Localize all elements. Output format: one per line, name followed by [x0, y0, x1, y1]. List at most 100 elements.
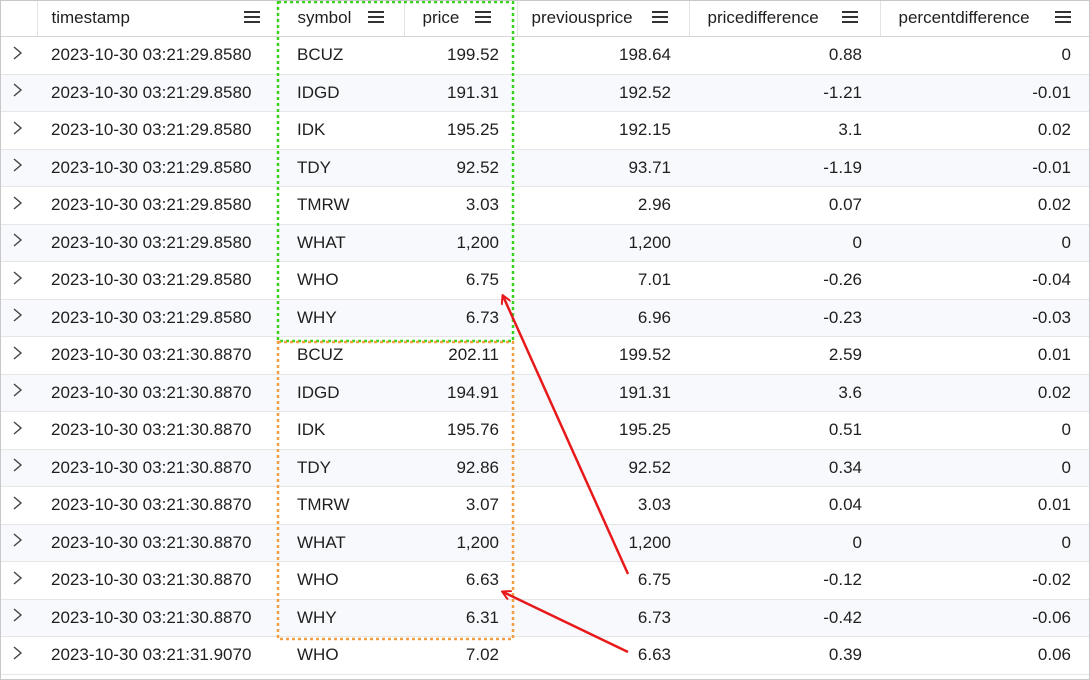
table-row[interactable]: 2023-10-30 03:21:30.8870 IDK 195.76 195.25 0… [1, 411, 1089, 450]
price-cell: 194.91 [404, 374, 517, 412]
pricedifference-cell: -0.42 [689, 599, 880, 637]
row-expand-cell[interactable] [1, 299, 37, 337]
row-expand-cell[interactable] [1, 524, 37, 562]
table-row[interactable]: 2023-10-30 03:21:29.8580 BCUZ 199.52 198.64… [1, 36, 1089, 75]
previousprice-cell: 3.03 [517, 486, 689, 525]
chevron-right-icon[interactable] [11, 156, 25, 174]
row-expand-cell[interactable] [1, 186, 37, 225]
chevron-right-icon[interactable] [11, 231, 25, 249]
percentdifference-cell: -0.04 [880, 261, 1089, 300]
table-row[interactable]: 2023-10-30 03:21:29.8580 WHY 6.73 6.96 -0.23… [1, 299, 1089, 337]
table-row[interactable]: 2023-10-30 03:21:29.8580 TDY 92.52 93.71 -1.… [1, 149, 1089, 187]
price-cell: 6.31 [404, 599, 517, 637]
table-row[interactable]: 2023-10-30 03:21:29.8580 IDGD 191.31 192.52… [1, 74, 1089, 112]
chevron-right-icon[interactable] [11, 494, 25, 512]
column-header-symbol[interactable]: symbol [277, 1, 405, 37]
row-expand-cell[interactable] [1, 636, 37, 675]
row-expand-cell[interactable] [1, 111, 37, 150]
symbol-cell: WHY [277, 599, 404, 637]
symbol-cell: TMRW [277, 486, 404, 525]
row-expand-cell[interactable] [1, 261, 37, 300]
pricedifference-cell: 0.51 [689, 411, 880, 450]
table-row[interactable]: 2023-10-30 03:21:29.8580 IDK 195.25 192.15 3… [1, 111, 1089, 150]
previousprice-cell: 7.01 [517, 261, 689, 300]
timestamp-cell: 2023-10-30 03:21:29.8580 [37, 299, 277, 337]
chevron-right-icon[interactable] [11, 44, 25, 62]
chevron-right-icon[interactable] [11, 456, 25, 474]
chevron-right-icon[interactable] [11, 344, 25, 362]
previousprice-cell: 6.75 [517, 561, 689, 600]
row-expand-cell[interactable] [1, 599, 37, 637]
results-table: timestamp symbol price previousprice pri… [1, 1, 1089, 675]
row-expand-cell[interactable] [1, 336, 37, 375]
price-cell: 202.11 [404, 336, 517, 375]
column-menu-icon[interactable] [367, 11, 384, 23]
column-header-label: timestamp [51, 8, 130, 27]
symbol-cell: WHY [277, 299, 404, 337]
column-header-previousprice[interactable]: previousprice [517, 1, 690, 37]
chevron-right-icon[interactable] [11, 81, 25, 99]
table-row[interactable]: 2023-10-30 03:21:29.8580 WHAT 1,200 1,200 0 0 [1, 224, 1089, 262]
column-menu-icon[interactable] [1054, 11, 1071, 23]
table-row[interactable]: 2023-10-30 03:21:29.8580 TMRW 3.03 2.96 0.07… [1, 186, 1089, 225]
row-expand-cell[interactable] [1, 224, 37, 262]
table-row[interactable]: 2023-10-30 03:21:30.8870 BCUZ 202.11 199.52… [1, 336, 1089, 375]
chevron-right-icon[interactable] [11, 119, 25, 137]
row-expand-cell[interactable] [1, 149, 37, 187]
table-body: 2023-10-30 03:21:29.8580 BCUZ 199.52 198.64… [1, 36, 1089, 675]
percentdifference-cell: 0 [880, 524, 1089, 562]
row-expand-cell[interactable] [1, 449, 37, 487]
column-menu-icon[interactable] [651, 11, 668, 23]
chevron-right-icon[interactable] [11, 381, 25, 399]
table-row[interactable]: 2023-10-30 03:21:30.8870 TMRW 3.07 3.03 0.04… [1, 486, 1089, 525]
table-row[interactable]: 2023-10-30 03:21:30.8870 TDY 92.86 92.52 0.3… [1, 449, 1089, 487]
column-header-price[interactable]: price [404, 1, 518, 37]
table-row[interactable]: 2023-10-30 03:21:29.8580 WHO 6.75 7.01 -0.26… [1, 261, 1089, 300]
row-expand-cell[interactable] [1, 374, 37, 412]
timestamp-cell: 2023-10-30 03:21:29.8580 [37, 74, 277, 112]
price-cell: 1,200 [404, 224, 517, 262]
column-header-percentdifference[interactable]: percentdifference [880, 1, 1089, 37]
chevron-right-icon[interactable] [11, 569, 25, 587]
timestamp-cell: 2023-10-30 03:21:30.8870 [37, 561, 277, 600]
chevron-right-icon[interactable] [11, 269, 25, 287]
header-row: timestamp symbol price previousprice pri… [1, 1, 1089, 37]
chevron-right-icon[interactable] [11, 194, 25, 212]
table-row[interactable]: 2023-10-30 03:21:30.8870 WHY 6.31 6.73 -0.42… [1, 599, 1089, 637]
table-row[interactable]: 2023-10-30 03:21:30.8870 IDGD 194.91 191.31… [1, 374, 1089, 412]
column-header-timestamp[interactable]: timestamp [37, 1, 278, 37]
row-expand-cell[interactable] [1, 411, 37, 450]
price-cell: 191.31 [404, 74, 517, 112]
previousprice-cell: 1,200 [517, 524, 689, 562]
table-row[interactable]: 2023-10-30 03:21:30.8870 WHO 6.63 6.75 -0.12… [1, 561, 1089, 600]
timestamp-cell: 2023-10-30 03:21:31.9070 [37, 636, 277, 675]
column-header-pricedifference[interactable]: pricedifference [689, 1, 881, 37]
previousprice-cell: 198.64 [517, 36, 689, 75]
table-row[interactable]: 2023-10-30 03:21:31.9070 WHO 7.02 6.63 0.39 0… [1, 636, 1089, 675]
timestamp-cell: 2023-10-30 03:21:30.8870 [37, 336, 277, 375]
row-expand-cell[interactable] [1, 486, 37, 525]
percentdifference-cell: 0.01 [880, 486, 1089, 525]
chevron-right-icon[interactable] [11, 306, 25, 324]
column-menu-icon[interactable] [243, 11, 260, 23]
row-expand-cell[interactable] [1, 36, 37, 75]
table-row[interactable]: 2023-10-30 03:21:30.8870 WHAT 1,200 1,200 0 0 [1, 524, 1089, 562]
column-menu-icon[interactable] [841, 11, 858, 23]
row-expand-cell[interactable] [1, 561, 37, 600]
symbol-cell: IDK [277, 411, 404, 450]
price-cell: 199.52 [404, 36, 517, 75]
percentdifference-cell: -0.02 [880, 561, 1089, 600]
previousprice-cell: 6.73 [517, 599, 689, 637]
timestamp-cell: 2023-10-30 03:21:29.8580 [37, 149, 277, 187]
chevron-right-icon[interactable] [11, 644, 25, 662]
percentdifference-cell: 0.02 [880, 186, 1089, 225]
price-cell: 6.63 [404, 561, 517, 600]
previousprice-cell: 192.52 [517, 74, 689, 112]
row-expand-cell[interactable] [1, 74, 37, 112]
chevron-right-icon[interactable] [11, 606, 25, 624]
chevron-right-icon[interactable] [11, 419, 25, 437]
column-menu-icon[interactable] [474, 11, 491, 23]
pricedifference-cell: 0.39 [689, 636, 880, 675]
chevron-right-icon[interactable] [11, 531, 25, 549]
price-cell: 6.75 [404, 261, 517, 300]
